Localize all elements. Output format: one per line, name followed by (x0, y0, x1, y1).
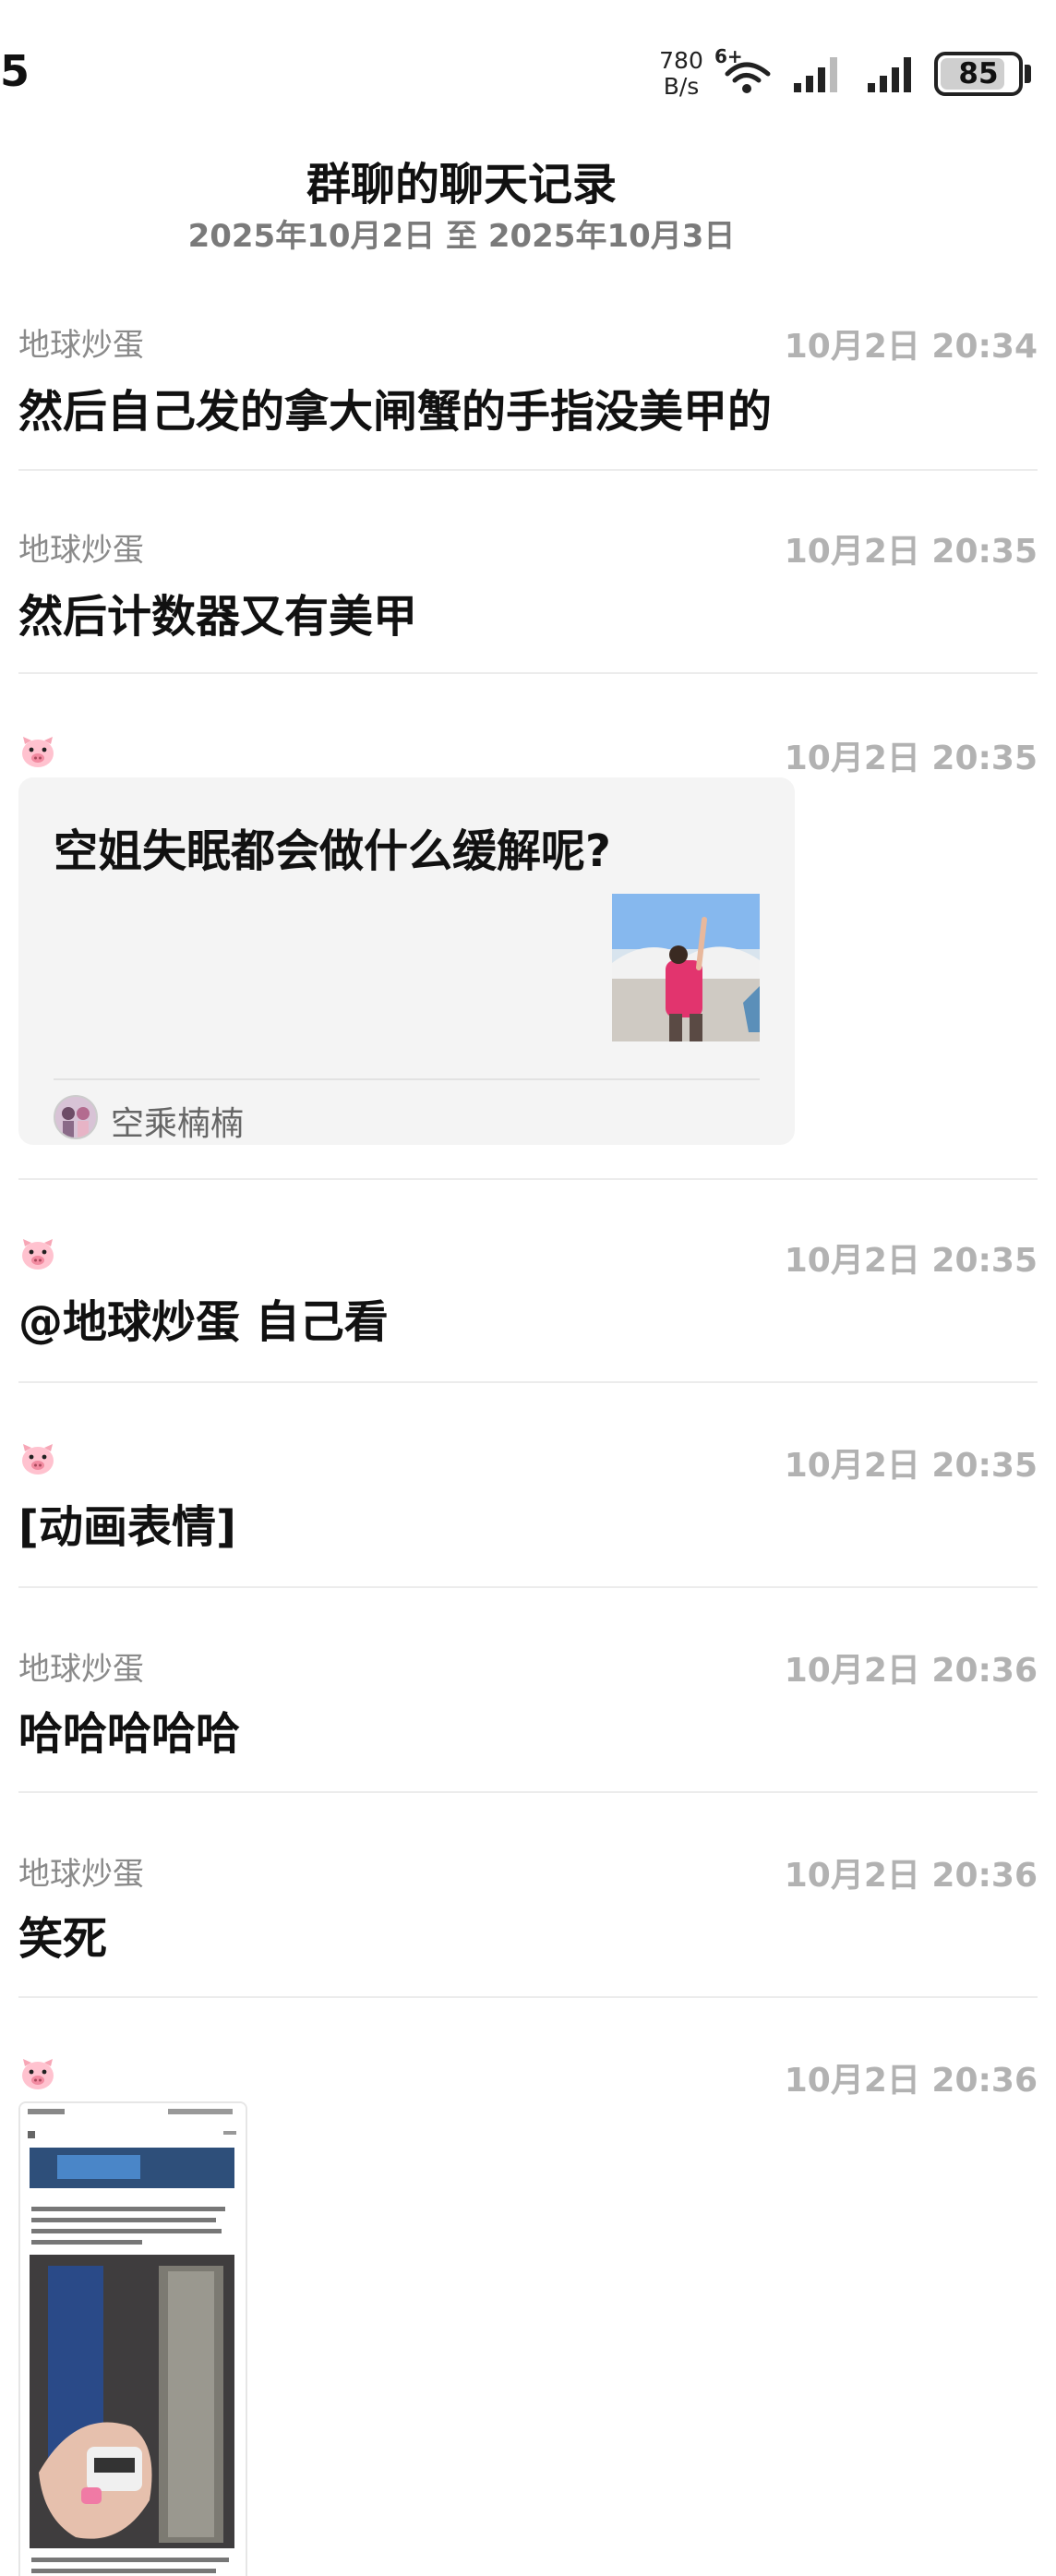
message-time: 10月2日 20:36 (784, 1857, 1038, 1895)
pig-emoji-icon (22, 2059, 54, 2089)
message-sender: 地球炒蛋 (18, 532, 144, 569)
image-message[interactable] (18, 2101, 247, 2576)
message-divider (18, 1996, 1038, 1998)
pig-emoji-icon (22, 737, 54, 767)
message-time: 10月2日 20:35 (784, 1447, 1038, 1485)
message-time: 10月2日 20:36 (784, 1652, 1038, 1690)
message-item[interactable]: 地球炒蛋 10月2日 20:36 哈哈哈哈哈 (18, 1643, 1038, 1763)
message-divider (18, 1178, 1038, 1180)
message-text: 然后自己发的拿大闸蟹的手指没美甲的 (18, 386, 773, 438)
network-speed-unit: B/s (663, 73, 700, 100)
message-time: 10月2日 20:35 (784, 1242, 1038, 1280)
wifi-icon: 6+ (714, 46, 771, 93)
network-speed: 780 B/s (652, 48, 711, 100)
message-text: 哈哈哈哈哈 (18, 1708, 241, 1760)
wifi-badge: 6+ (714, 46, 743, 67)
message-time: 10月2日 20:36 (784, 2062, 1038, 2100)
message-time: 10月2日 20:35 (784, 533, 1038, 571)
message-text: @地球炒蛋 自己看 (18, 1296, 389, 1348)
message-text: [动画表情] (18, 1501, 236, 1553)
shared-post-card[interactable]: 空姐失眠都会做什么缓解呢? 空乘楠楠 (18, 777, 795, 1145)
network-speed-value: 780 (659, 47, 703, 74)
message-sender: 地球炒蛋 (18, 1856, 144, 1893)
screenshot-thumbnail-image (20, 2103, 246, 2576)
message-sender: 地球炒蛋 (18, 1651, 144, 1688)
message-divider (18, 1791, 1038, 1793)
message-divider (18, 469, 1038, 471)
message-time: 10月2日 20:34 (784, 328, 1038, 366)
message-text: 笑死 (18, 1913, 108, 1965)
signal-icon (794, 57, 837, 92)
message-sender: 地球炒蛋 (18, 327, 144, 364)
pig-emoji-icon (22, 1239, 54, 1270)
card-author-name: 空乘楠楠 (111, 1105, 245, 1143)
message-time: 10月2日 20:35 (784, 740, 1038, 777)
card-thumbnail-image (612, 894, 760, 1041)
message-item[interactable]: 10月2日 20:35 @地球炒蛋 自己看 (18, 1234, 1038, 1348)
signal-icon (868, 57, 911, 92)
message-item[interactable]: 10月2日 20:36 (18, 2053, 1038, 2576)
pig-emoji-icon (22, 1444, 54, 1475)
message-text: 然后计数器又有美甲 (18, 591, 418, 643)
battery-cap (1025, 65, 1031, 83)
message-divider (18, 1586, 1038, 1588)
message-item[interactable]: 地球炒蛋 10月2日 20:34 然后自己发的拿大闸蟹的手指没美甲的 (18, 319, 1038, 439)
message-divider (18, 1381, 1038, 1383)
page-title: 群聊的聊天记录 (306, 159, 617, 211)
status-bar: 5 780 B/s 6+ 85 (0, 0, 1056, 138)
message-divider (18, 672, 1038, 674)
battery-icon: 85 (934, 52, 1023, 96)
card-divider (54, 1078, 760, 1080)
message-item[interactable]: 10月2日 20:35 空姐失眠都会做什么缓解呢? 空乘楠楠 (18, 731, 1038, 1156)
message-item[interactable]: 10月2日 20:35 [动画表情] (18, 1438, 1038, 1553)
date-range: 2025年10月2日 至 2025年10月3日 (187, 218, 736, 255)
message-item[interactable]: 地球炒蛋 10月2日 20:35 然后计数器又有美甲 (18, 524, 1038, 644)
author-avatar (54, 1095, 98, 1139)
card-title: 空姐失眠都会做什么缓解呢? (54, 825, 611, 877)
battery-percent: 85 (958, 57, 999, 90)
message-item[interactable]: 地球炒蛋 10月2日 20:36 笑死 (18, 1848, 1038, 1968)
status-time: 5 (0, 46, 30, 96)
